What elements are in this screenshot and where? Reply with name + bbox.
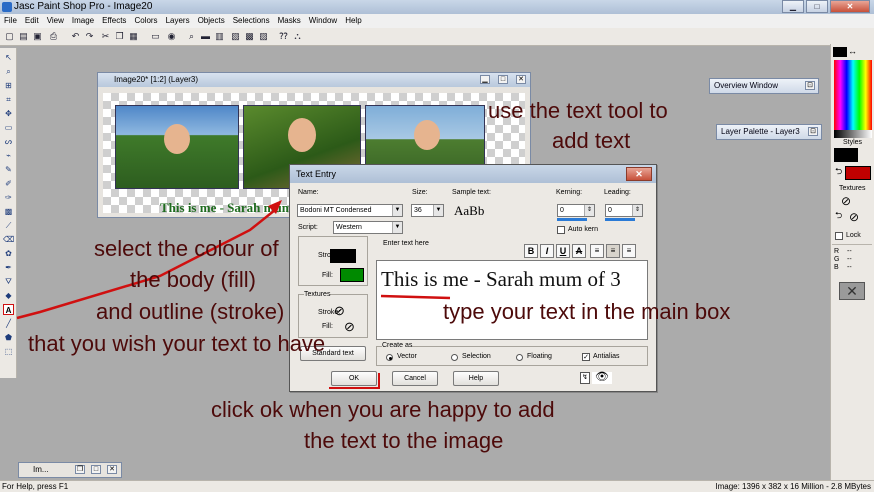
annotation-type-text: type your text in the main box bbox=[443, 299, 731, 324]
annotation-ok-line1: click ok when you are happy to add bbox=[211, 397, 555, 422]
annotation-colour-line1: select the colour of bbox=[94, 236, 279, 261]
annotation-ok-line2: the text to the image bbox=[304, 428, 504, 453]
annotation-colour-line2: the body (fill) bbox=[130, 267, 256, 292]
annotation-colour-line3: and outline (stroke) bbox=[96, 299, 285, 324]
arrow-head bbox=[268, 200, 282, 214]
ok-button-highlight bbox=[329, 373, 380, 389]
annotation-colour-line4: that you wish your text to have bbox=[28, 331, 326, 356]
text-underline-mark bbox=[380, 294, 451, 300]
annotation-tool-line2: add text bbox=[552, 128, 631, 153]
annotation-tool-line1: use the text tool to bbox=[488, 98, 668, 123]
